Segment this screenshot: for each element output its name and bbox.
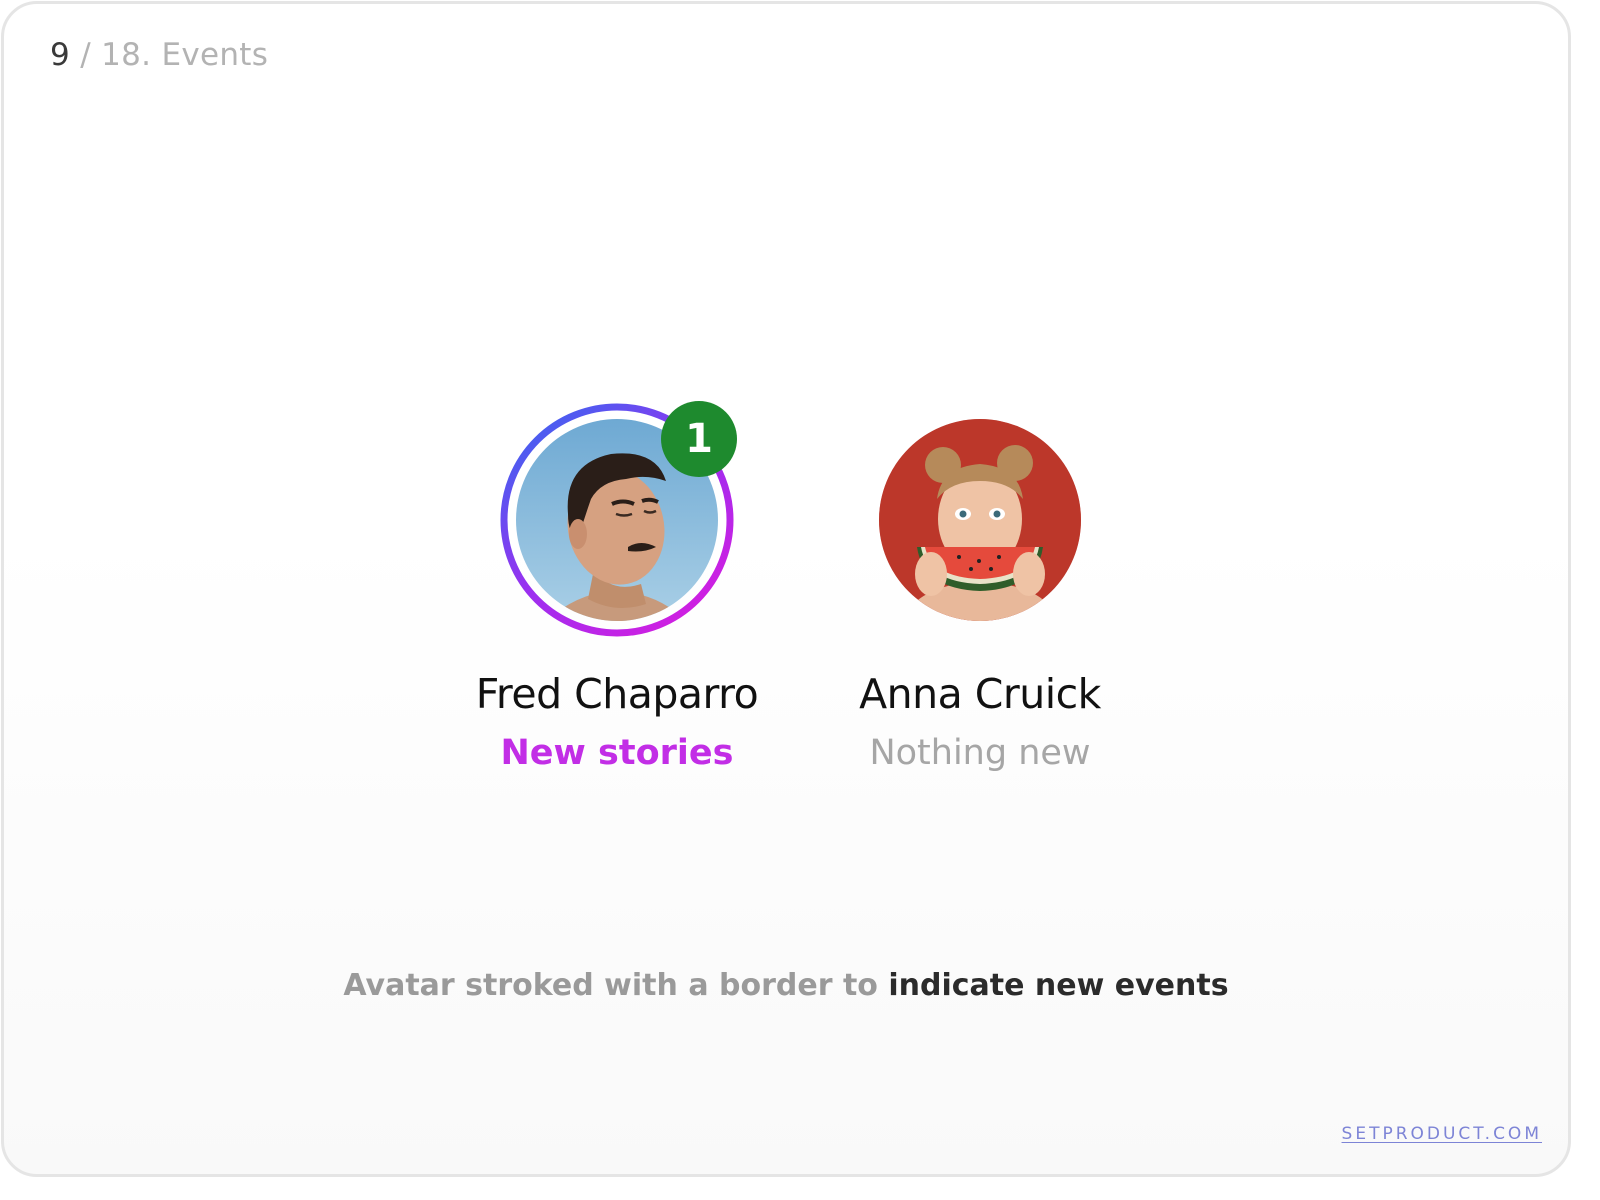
slide-frame: 9 / 18. Events 1 Fred Chaparro New stori… xyxy=(1,1,1571,1177)
avatar-name-anna: Anna Cruick xyxy=(859,670,1101,718)
avatar-anna-cruick[interactable] xyxy=(861,401,1099,639)
avatar-fred-chaparro[interactable]: 1 xyxy=(498,401,737,639)
avatar-photo-anna xyxy=(879,419,1081,621)
page-counter: 9 / 18. Events xyxy=(50,40,268,71)
brand-link[interactable]: SETPRODUCT.COM xyxy=(1342,1124,1542,1144)
caption-emphasis: indicate new events xyxy=(888,968,1229,1003)
avatar-name-fred: Fred Chaparro xyxy=(475,670,759,718)
caption-muted: Avatar stroked with a border to xyxy=(343,968,878,1003)
page-counter-current: 9 xyxy=(50,37,71,73)
avatar-status-none: Nothing new xyxy=(869,733,1091,773)
caption: Avatar stroked with a border to indicate… xyxy=(4,966,1568,1006)
notification-badge: 1 xyxy=(661,401,737,477)
page-counter-title: / 18. Events xyxy=(80,37,269,73)
avatar-status-new: New stories xyxy=(500,733,734,773)
